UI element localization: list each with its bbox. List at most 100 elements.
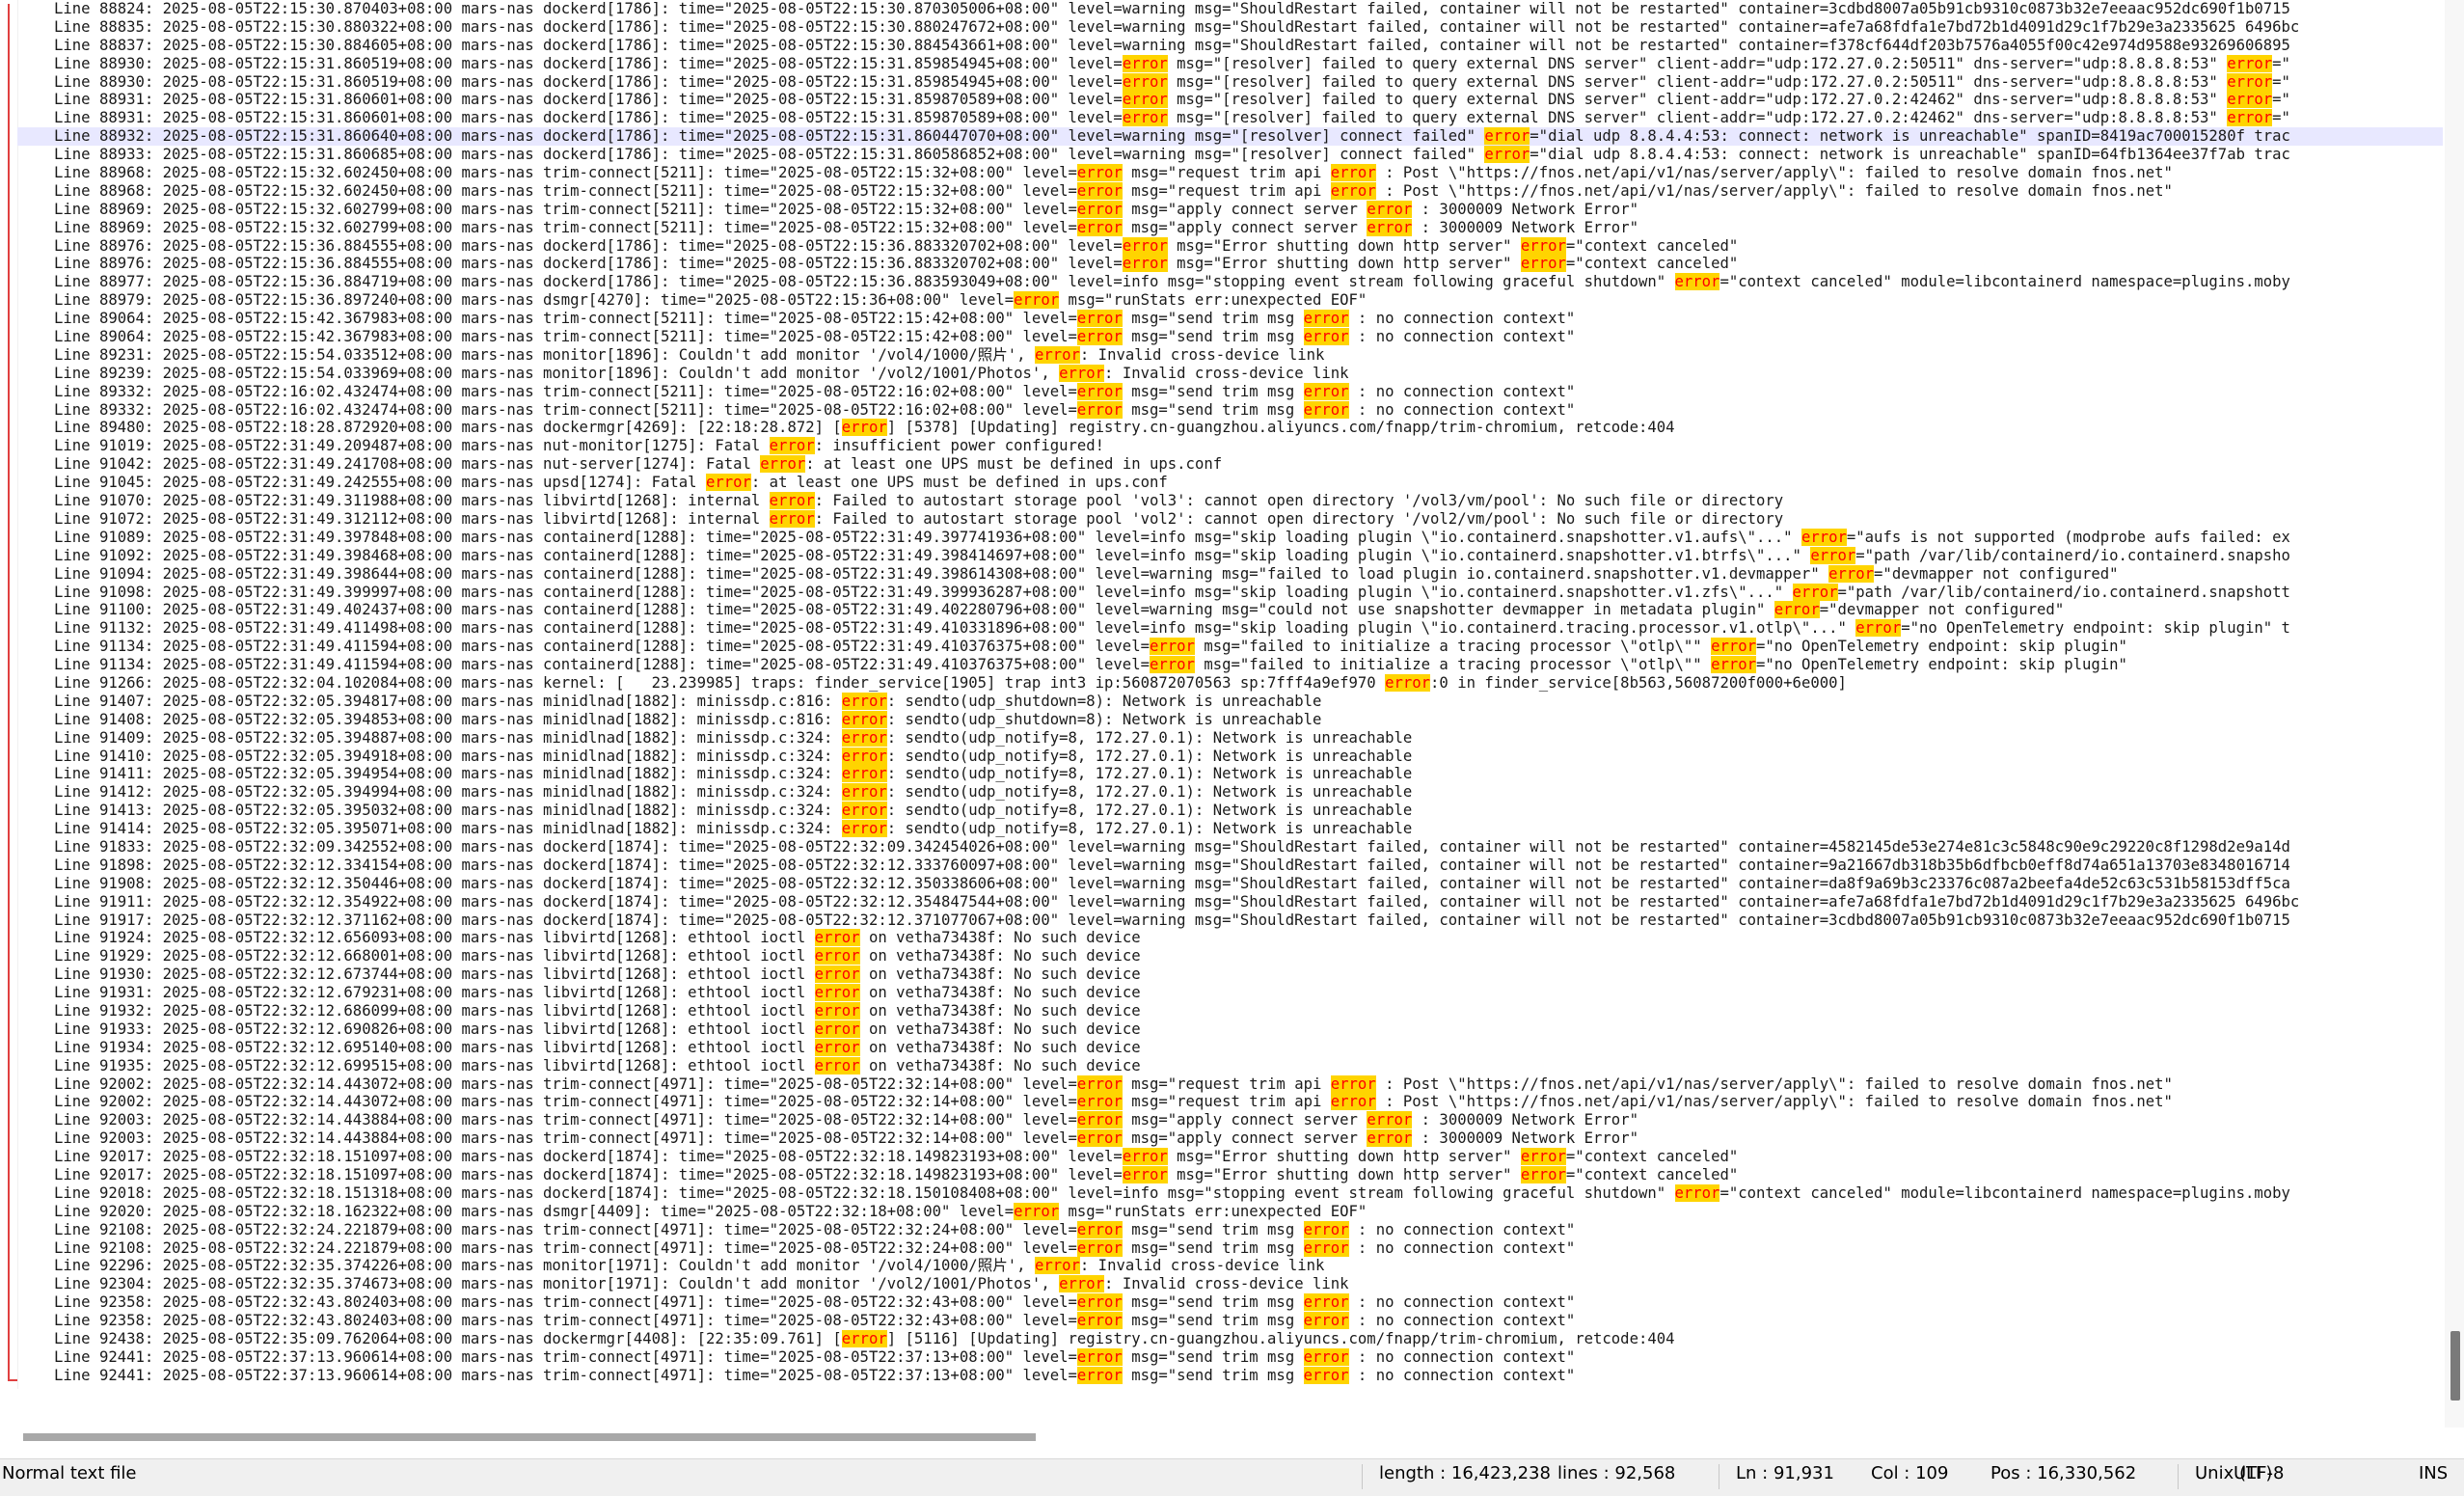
log-line[interactable]: Line 88979: 2025-08-05T22:15:36.897240+0… [17, 291, 2443, 310]
log-line[interactable]: Line 92017: 2025-08-05T22:32:18.151097+0… [17, 1148, 2443, 1166]
log-line[interactable]: Line 92003: 2025-08-05T22:32:14.443884+0… [17, 1111, 2443, 1129]
search-match-highlight: error [1367, 1111, 1413, 1129]
horizontal-scrollbar[interactable] [17, 1429, 2443, 1445]
log-line[interactable]: Line 88969: 2025-08-05T22:15:32.602799+0… [17, 200, 2443, 219]
log-line[interactable]: Line 92438: 2025-08-05T22:35:09.762064+0… [17, 1330, 2443, 1348]
log-line[interactable]: Line 88976: 2025-08-05T22:15:36.884555+0… [17, 236, 2443, 256]
log-line[interactable]: Line 88968: 2025-08-05T22:15:32.602450+0… [17, 181, 2443, 201]
log-line[interactable]: Line 89231: 2025-08-05T22:15:54.033512+0… [17, 345, 2443, 365]
status-insert-mode[interactable]: INS [2419, 1459, 2448, 1496]
log-line[interactable]: Line 92002: 2025-08-05T22:32:14.443072+0… [17, 1093, 2443, 1111]
log-line[interactable]: Line 91408: 2025-08-05T22:32:05.394853+0… [17, 710, 2443, 729]
search-match-highlight: error [1520, 1166, 1566, 1183]
log-line[interactable]: Line 92304: 2025-08-05T22:32:35.374673+0… [17, 1275, 2443, 1293]
editor-text-area[interactable]: Line 88824: 2025-08-05T22:15:30.870403+0… [0, 0, 2464, 1428]
log-line[interactable]: Line 88976: 2025-08-05T22:15:36.884555+0… [17, 255, 2443, 273]
log-line[interactable]: Line 91407: 2025-08-05T22:32:05.394817+0… [17, 692, 2443, 711]
log-line[interactable]: Line 91094: 2025-08-05T22:31:49.398644+0… [17, 564, 2443, 584]
log-line[interactable]: Line 91898: 2025-08-05T22:32:12.334154+0… [17, 857, 2443, 875]
log-line[interactable]: Line 92002: 2025-08-05T22:32:14.443072+0… [17, 1074, 2443, 1094]
log-line[interactable]: Line 88824: 2025-08-05T22:15:30.870403+0… [17, 0, 2443, 18]
log-line[interactable]: Line 91100: 2025-08-05T22:31:49.402437+0… [17, 601, 2443, 619]
log-line[interactable]: Line 91409: 2025-08-05T22:32:05.394887+0… [17, 728, 2443, 748]
log-line[interactable]: Line 88932: 2025-08-05T22:15:31.860640+0… [17, 127, 2443, 147]
log-line[interactable]: Line 92108: 2025-08-05T22:32:24.221879+0… [17, 1220, 2443, 1239]
log-line[interactable]: Line 92017: 2025-08-05T22:32:18.151097+0… [17, 1166, 2443, 1184]
log-line[interactable]: Line 91924: 2025-08-05T22:32:12.656093+0… [17, 929, 2443, 947]
log-line[interactable]: Line 91929: 2025-08-05T22:32:12.668001+0… [17, 947, 2443, 966]
horizontal-scrollbar-thumb[interactable] [23, 1433, 1036, 1441]
search-match-highlight: error [1076, 164, 1123, 182]
log-line[interactable]: Line 91833: 2025-08-05T22:32:09.342552+0… [17, 838, 2443, 857]
log-line[interactable]: Line 88835: 2025-08-05T22:15:30.880322+0… [17, 18, 2443, 37]
log-line[interactable]: Line 91266: 2025-08-05T22:32:04.102084+0… [17, 673, 2443, 693]
log-line[interactable]: Line 91414: 2025-08-05T22:32:05.395071+0… [17, 820, 2443, 838]
log-line[interactable]: Line 89332: 2025-08-05T22:16:02.432474+0… [17, 382, 2443, 401]
log-line[interactable]: Line 92003: 2025-08-05T22:32:14.443884+0… [17, 1129, 2443, 1148]
log-line[interactable]: Line 88931: 2025-08-05T22:15:31.860601+0… [17, 91, 2443, 109]
search-match-highlight: error [2227, 91, 2273, 109]
log-line[interactable]: Line 91911: 2025-08-05T22:32:12.354922+0… [17, 893, 2443, 911]
fold-marker-line [8, 4, 10, 1381]
log-line[interactable]: Line 91092: 2025-08-05T22:31:49.398468+0… [17, 546, 2443, 565]
log-line[interactable]: Line 91132: 2025-08-05T22:31:49.411498+0… [17, 619, 2443, 638]
log-line[interactable]: Line 91917: 2025-08-05T22:32:12.371162+0… [17, 911, 2443, 930]
search-match-highlight: error [841, 728, 887, 747]
log-line[interactable]: Line 92296: 2025-08-05T22:32:35.374226+0… [17, 1257, 2443, 1275]
log-line[interactable]: Line 89239: 2025-08-05T22:15:54.033969+0… [17, 364, 2443, 383]
log-line[interactable]: Line 92108: 2025-08-05T22:32:24.221879+0… [17, 1238, 2443, 1258]
log-line[interactable]: Line 88969: 2025-08-05T22:15:32.602799+0… [17, 218, 2443, 237]
search-match-highlight: error [1076, 218, 1123, 236]
log-line[interactable]: Line 88930: 2025-08-05T22:15:31.860519+0… [17, 72, 2443, 92]
log-line[interactable]: Line 91412: 2025-08-05T22:32:05.394994+0… [17, 783, 2443, 802]
log-line[interactable]: Line 92441: 2025-08-05T22:37:13.960614+0… [17, 1366, 2443, 1385]
log-lines[interactable]: Line 88824: 2025-08-05T22:15:30.870403+0… [17, 0, 2443, 1385]
log-line[interactable]: Line 91098: 2025-08-05T22:31:49.399997+0… [17, 583, 2443, 602]
log-line[interactable]: Line 92441: 2025-08-05T22:37:13.960614+0… [17, 1347, 2443, 1367]
search-match-highlight: error [1674, 1183, 1720, 1202]
vertical-scrollbar-thumb[interactable] [2450, 1331, 2460, 1401]
search-match-highlight: error [2227, 54, 2273, 72]
log-line[interactable]: Line 91072: 2025-08-05T22:31:49.312112+0… [17, 509, 2443, 529]
search-match-highlight: error [1076, 1238, 1123, 1257]
log-line[interactable]: Line 91411: 2025-08-05T22:32:05.394954+0… [17, 765, 2443, 783]
log-line[interactable]: Line 91934: 2025-08-05T22:32:12.695140+0… [17, 1038, 2443, 1057]
log-line[interactable]: Line 88968: 2025-08-05T22:15:32.602450+0… [17, 164, 2443, 182]
status-filetype: Normal text file [2, 1463, 137, 1483]
log-line[interactable]: Line 91089: 2025-08-05T22:31:49.397848+0… [17, 528, 2443, 547]
log-line[interactable]: Line 92358: 2025-08-05T22:32:43.802403+0… [17, 1312, 2443, 1330]
search-match-highlight: error [814, 947, 860, 966]
log-line[interactable]: Line 88977: 2025-08-05T22:15:36.884719+0… [17, 273, 2443, 291]
log-line[interactable]: Line 89064: 2025-08-05T22:15:42.367983+0… [17, 328, 2443, 346]
log-line[interactable]: Line 91930: 2025-08-05T22:32:12.673744+0… [17, 966, 2443, 984]
search-match-highlight: error [1330, 164, 1376, 182]
log-line[interactable]: Line 88931: 2025-08-05T22:15:31.860601+0… [17, 109, 2443, 127]
search-match-highlight: error [1076, 1111, 1123, 1129]
log-line[interactable]: Line 89064: 2025-08-05T22:15:42.367983+0… [17, 310, 2443, 328]
vertical-scrollbar[interactable] [2445, 0, 2464, 1428]
log-line[interactable]: Line 89480: 2025-08-05T22:18:28.872920+0… [17, 419, 2443, 437]
log-line[interactable]: Line 91931: 2025-08-05T22:32:12.679231+0… [17, 984, 2443, 1002]
log-line[interactable]: Line 91933: 2025-08-05T22:32:12.690826+0… [17, 1020, 2443, 1039]
log-line[interactable]: Line 91413: 2025-08-05T22:32:05.395032+0… [17, 802, 2443, 820]
log-line[interactable]: Line 91042: 2025-08-05T22:31:49.241708+0… [17, 455, 2443, 474]
log-line[interactable]: Line 91908: 2025-08-05T22:32:12.350446+0… [17, 875, 2443, 893]
log-line[interactable]: Line 91134: 2025-08-05T22:31:49.411594+0… [17, 656, 2443, 674]
search-match-highlight: error [1076, 200, 1123, 218]
log-line[interactable]: Line 91134: 2025-08-05T22:31:49.411594+0… [17, 638, 2443, 656]
search-match-highlight: error [814, 1001, 860, 1020]
log-line[interactable]: Line 91019: 2025-08-05T22:31:49.209487+0… [17, 437, 2443, 455]
log-line[interactable]: Line 91410: 2025-08-05T22:32:05.394918+0… [17, 747, 2443, 766]
log-line[interactable]: Line 88930: 2025-08-05T22:15:31.860519+0… [17, 54, 2443, 73]
log-line[interactable]: Line 92018: 2025-08-05T22:32:18.151318+0… [17, 1183, 2443, 1203]
log-line[interactable]: Line 92358: 2025-08-05T22:32:43.802403+0… [17, 1293, 2443, 1312]
log-line[interactable]: Line 88837: 2025-08-05T22:15:30.884605+0… [17, 37, 2443, 55]
log-line[interactable]: Line 89332: 2025-08-05T22:16:02.432474+0… [17, 400, 2443, 420]
log-line[interactable]: Line 91045: 2025-08-05T22:31:49.242555+0… [17, 474, 2443, 492]
log-line[interactable]: Line 91935: 2025-08-05T22:32:12.699515+0… [17, 1056, 2443, 1075]
log-line[interactable]: Line 91070: 2025-08-05T22:31:49.311988+0… [17, 492, 2443, 510]
fold-margin[interactable] [0, 0, 18, 1389]
log-line[interactable]: Line 88933: 2025-08-05T22:15:31.860685+0… [17, 146, 2443, 164]
log-line[interactable]: Line 92020: 2025-08-05T22:32:18.162322+0… [17, 1202, 2443, 1221]
log-line[interactable]: Line 91932: 2025-08-05T22:32:12.686099+0… [17, 1001, 2443, 1020]
